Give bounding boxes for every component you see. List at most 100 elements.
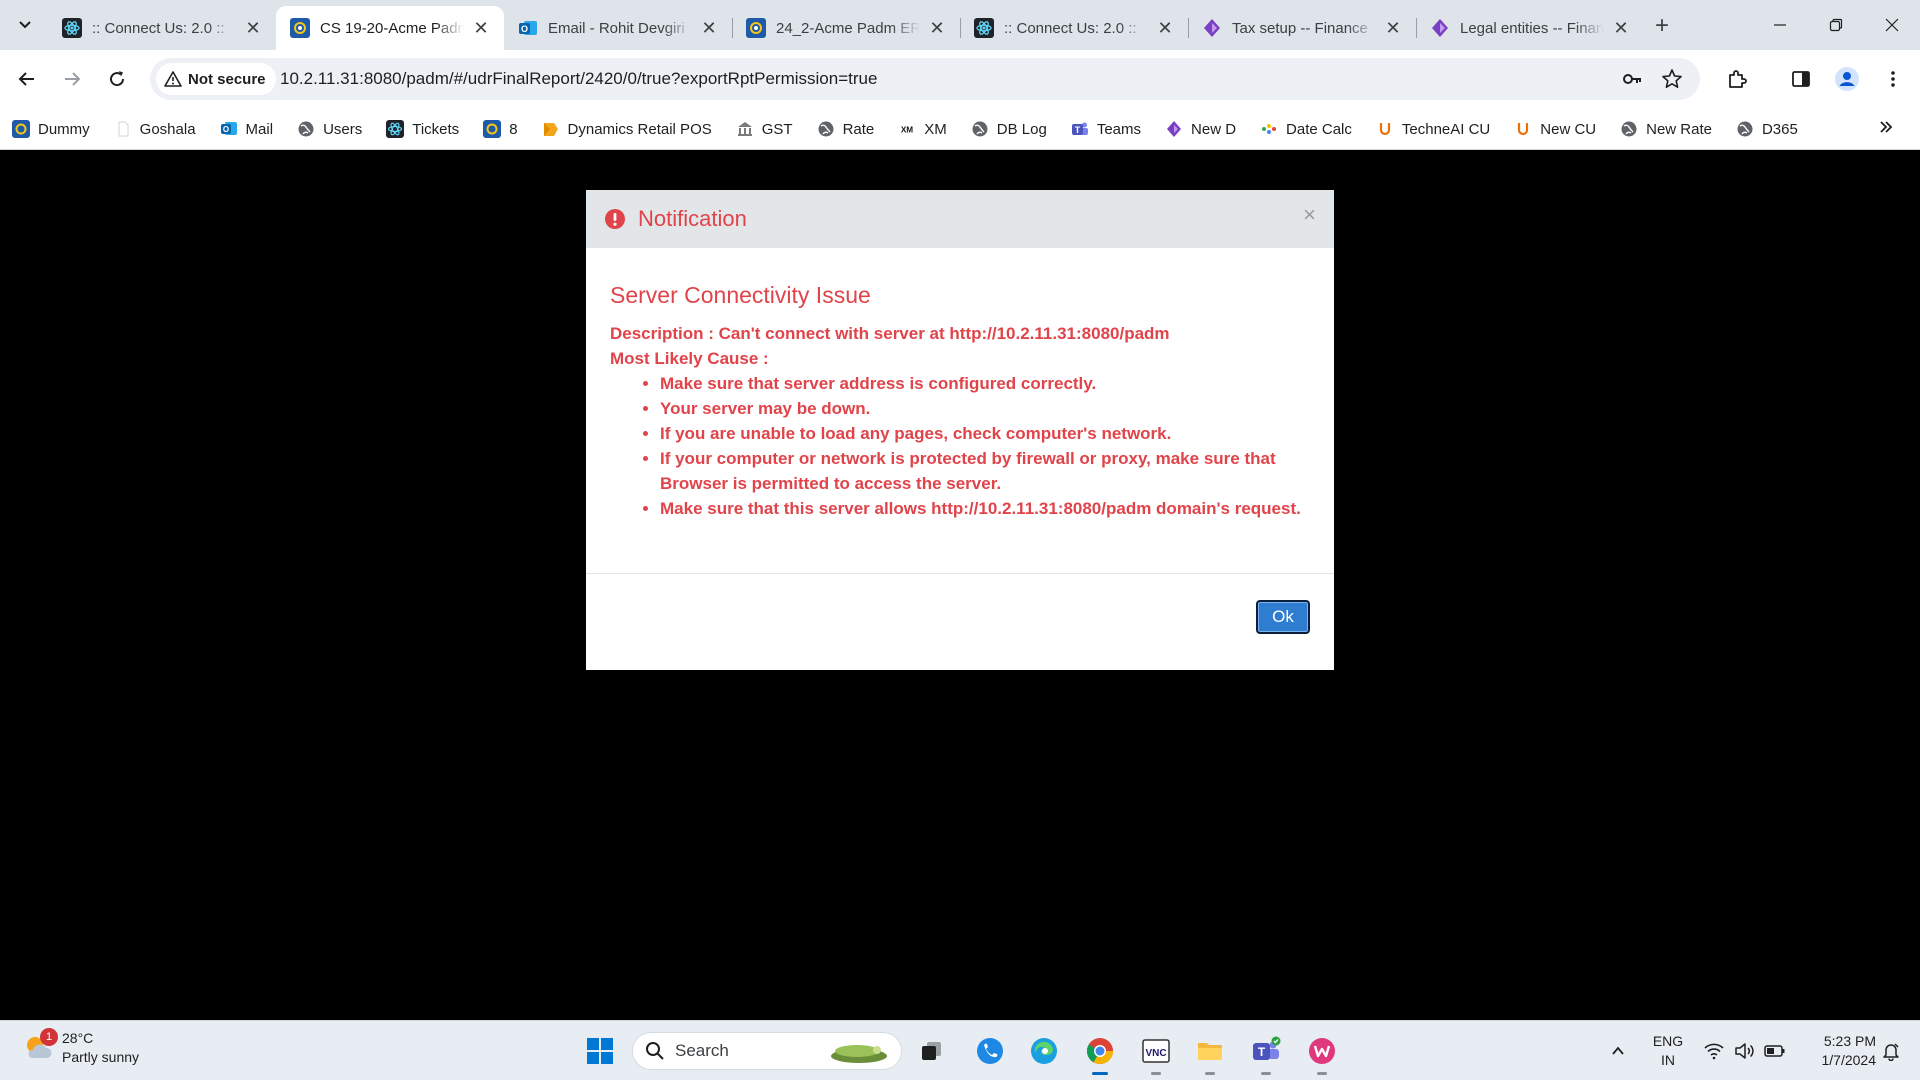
globe-icon bbox=[817, 120, 835, 138]
forward-button[interactable] bbox=[57, 64, 87, 94]
back-button[interactable] bbox=[12, 64, 42, 94]
region-label: IN bbox=[1661, 1052, 1675, 1068]
tab-search-button[interactable] bbox=[10, 10, 40, 40]
url-text[interactable]: 10.2.11.31:8080/padm/#/udrFinalReport/24… bbox=[280, 69, 877, 89]
close-icon bbox=[1885, 18, 1899, 32]
tab-connect-us-1[interactable]: :: Connect Us: 2.0 :: ✕ bbox=[48, 6, 276, 50]
tab-title: Legal entities -- Finance bbox=[1460, 19, 1604, 37]
weather-alert-badge: 1 bbox=[40, 1028, 58, 1046]
menu-button[interactable] bbox=[1878, 64, 1908, 94]
minimize-icon bbox=[1774, 24, 1786, 26]
bookmark-users[interactable]: Users bbox=[297, 120, 362, 138]
bookmark-dummy[interactable]: Dummy bbox=[12, 120, 90, 138]
taskbar-app-phone[interactable] bbox=[972, 1033, 1008, 1069]
running-app-indicator bbox=[1317, 1072, 1327, 1075]
bookmark-8[interactable]: 8 bbox=[483, 120, 518, 138]
address-bar[interactable]: Not secure 10.2.11.31:8080/padm/#/udrFin… bbox=[150, 58, 1700, 100]
page-backdrop: Notification × Server Connectivity Issue… bbox=[0, 151, 1920, 1020]
input-language-indicator[interactable]: ENG IN bbox=[1650, 1021, 1686, 1080]
show-hidden-icons-button[interactable] bbox=[1600, 1021, 1636, 1080]
bookmark-teams[interactable]: T Teams bbox=[1071, 120, 1141, 138]
side-panel-button[interactable] bbox=[1786, 64, 1816, 94]
bookmark-new-cu[interactable]: New CU bbox=[1514, 120, 1596, 138]
task-view-button[interactable] bbox=[914, 1033, 950, 1069]
outlook-icon: O bbox=[518, 18, 538, 38]
volume-icon bbox=[1735, 1043, 1754, 1059]
bookmark-d365[interactable]: D365 bbox=[1736, 120, 1798, 138]
tab-email[interactable]: O Email - Rohit Devgiri ✕ bbox=[504, 6, 732, 50]
bookmarks-overflow-button[interactable] bbox=[1878, 118, 1894, 141]
bookmark-star-icon[interactable] bbox=[1660, 67, 1684, 91]
bookmark-goshala[interactable]: Goshala bbox=[114, 120, 196, 138]
bookmark-mail[interactable]: O Mail bbox=[220, 120, 273, 138]
ok-button[interactable]: Ok bbox=[1256, 600, 1310, 634]
arrow-right-icon bbox=[65, 72, 81, 86]
weather-widget[interactable]: 1 28°C Partly sunny bbox=[22, 1028, 139, 1067]
bookmark-tickets[interactable]: Tickets bbox=[386, 120, 459, 138]
globe-icon bbox=[1736, 120, 1754, 138]
dialog-title: Notification bbox=[638, 206, 747, 231]
tab-close-icon[interactable]: ✕ bbox=[470, 17, 492, 39]
tab-cs-acme-padm[interactable]: CS 19-20-Acme Padm ✕ bbox=[276, 6, 504, 50]
app-icon bbox=[12, 120, 30, 138]
bookmark-xm[interactable]: XM XM bbox=[898, 120, 947, 138]
tab-close-icon[interactable]: ✕ bbox=[1610, 17, 1632, 39]
bookmark-new-d[interactable]: New D bbox=[1165, 120, 1236, 138]
restore-button[interactable] bbox=[1808, 0, 1864, 50]
password-key-icon[interactable] bbox=[1620, 67, 1644, 91]
taskbar-search[interactable]: Search bbox=[632, 1032, 902, 1070]
tab-close-icon[interactable]: ✕ bbox=[698, 17, 720, 39]
phone-app-icon bbox=[977, 1038, 1003, 1064]
side-panel-icon bbox=[1792, 71, 1810, 87]
puzzle-icon bbox=[1729, 70, 1747, 88]
taskbar-app-w[interactable] bbox=[1304, 1033, 1340, 1075]
dynamics-icon bbox=[1430, 18, 1450, 38]
taskbar-clock[interactable]: 5:23 PM 1/7/2024 bbox=[1800, 1021, 1877, 1080]
security-label: Not secure bbox=[188, 70, 266, 88]
minimize-button[interactable] bbox=[1752, 0, 1808, 50]
tab-title: CS 19-20-Acme Padm bbox=[320, 19, 464, 37]
folder-icon bbox=[542, 120, 560, 138]
system-status-icons[interactable] bbox=[1700, 1021, 1790, 1080]
tab-close-icon[interactable]: ✕ bbox=[242, 17, 264, 39]
bookmark-db-log[interactable]: DB Log bbox=[971, 120, 1047, 138]
tab-legal-entities[interactable]: Legal entities -- Finance ✕ bbox=[1416, 6, 1644, 50]
dialog-footer: Ok bbox=[586, 574, 1334, 669]
new-tab-button[interactable]: + bbox=[1648, 12, 1676, 40]
extensions-button[interactable] bbox=[1722, 64, 1752, 94]
tab-connect-us-2[interactable]: :: Connect Us: 2.0 :: ✕ bbox=[960, 6, 1188, 50]
bookmark-date-calc[interactable]: Date Calc bbox=[1260, 120, 1352, 138]
tab-acme-padm-erp[interactable]: 24_2-Acme Padm ERP ✕ bbox=[732, 6, 960, 50]
profile-button[interactable] bbox=[1832, 64, 1862, 94]
tab-close-icon[interactable]: ✕ bbox=[1382, 17, 1404, 39]
tab-close-icon[interactable]: ✕ bbox=[926, 17, 948, 39]
taskbar-app-edge[interactable] bbox=[1026, 1033, 1062, 1069]
bookmark-gst[interactable]: GST bbox=[736, 120, 793, 138]
taskbar-app-explorer[interactable] bbox=[1192, 1033, 1228, 1075]
bookmark-rate[interactable]: Rate bbox=[817, 120, 874, 138]
notification-bell-icon bbox=[1883, 1043, 1899, 1061]
taskbar: 1 28°C Partly sunny Search VNC T ENG IN … bbox=[0, 1020, 1920, 1080]
bookmark-techneai-cu[interactable]: TechneAI CU bbox=[1376, 120, 1490, 138]
taskbar-app-vnc[interactable]: VNC bbox=[1138, 1033, 1174, 1075]
dialog-close-icon[interactable]: × bbox=[1303, 202, 1316, 228]
tab-tax-setup[interactable]: Tax setup -- Finance ✕ bbox=[1188, 6, 1416, 50]
svg-text:VNC: VNC bbox=[1145, 1048, 1166, 1059]
list-item: Your server may be down. bbox=[660, 396, 1310, 421]
close-window-button[interactable] bbox=[1864, 0, 1920, 50]
dialog-body: Server Connectivity Issue Description : … bbox=[586, 248, 1334, 574]
app-icon bbox=[483, 120, 502, 138]
start-button[interactable] bbox=[582, 1033, 618, 1069]
arrow-left-icon bbox=[18, 72, 34, 86]
reload-button[interactable] bbox=[102, 64, 132, 94]
bookmark-new-rate[interactable]: New Rate bbox=[1620, 120, 1712, 138]
notifications-button[interactable] bbox=[1874, 1021, 1908, 1080]
taskbar-app-chrome[interactable] bbox=[1082, 1033, 1118, 1075]
security-chip[interactable]: Not secure bbox=[156, 63, 276, 95]
list-item: Make sure that server address is configu… bbox=[660, 371, 1310, 396]
bookmark-dynamics-retail-pos[interactable]: Dynamics Retail POS bbox=[542, 120, 712, 138]
tab-close-icon[interactable]: ✕ bbox=[1154, 17, 1176, 39]
search-placeholder: Search bbox=[675, 1041, 729, 1060]
taskbar-app-teams[interactable]: T bbox=[1248, 1033, 1284, 1075]
browser-toolbar: Not secure 10.2.11.31:8080/padm/#/udrFin… bbox=[0, 50, 1920, 108]
